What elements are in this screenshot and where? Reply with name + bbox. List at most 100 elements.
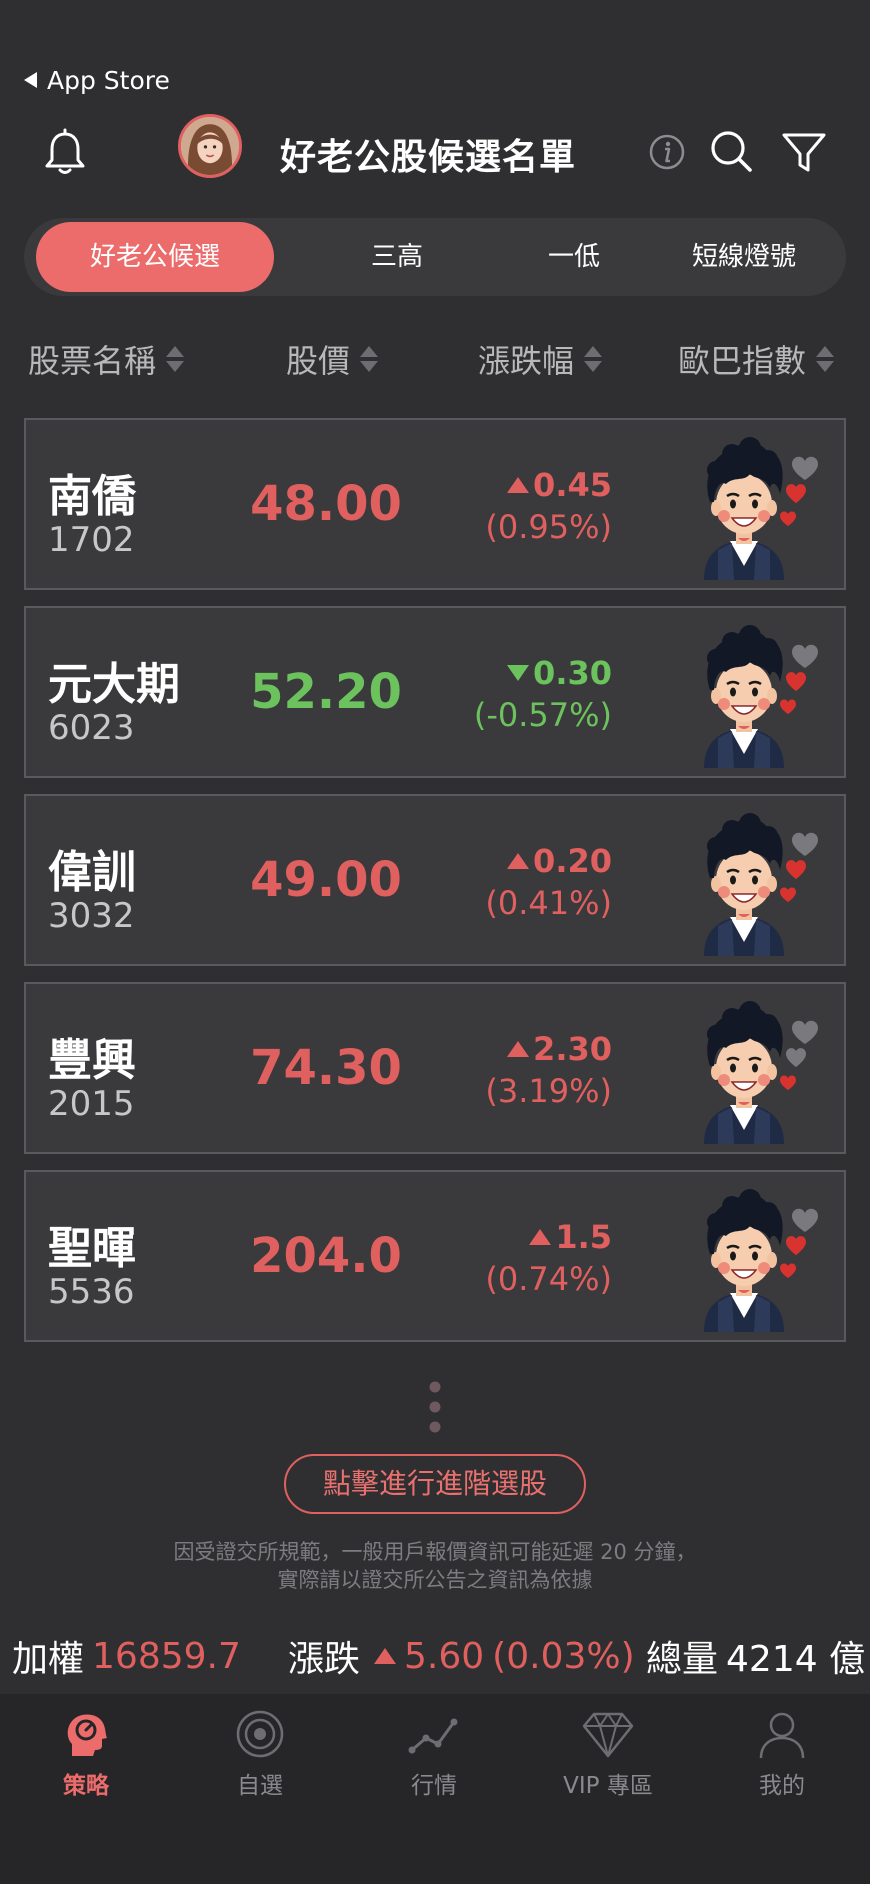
index-change-value: 5.60 <box>404 1635 485 1677</box>
stock-name: 豐興 <box>48 1035 136 1086</box>
column-price-label: 股價 <box>286 342 351 380</box>
column-header-price[interactable]: 股價 <box>286 334 379 384</box>
nav-label: VIP 專區 <box>563 1773 653 1799</box>
stock-change-percent: (0.74%) <box>485 1260 612 1298</box>
nav-label: 策略 <box>63 1773 109 1799</box>
stock-card[interactable]: 聖暉 5536 204.0 1.5 (0.74%) <box>24 1170 846 1342</box>
stock-price: 48.00 <box>250 476 402 532</box>
stock-card[interactable]: 偉訓 3032 49.00 0.20 (0.41%) <box>24 794 846 966</box>
sort-icon <box>360 346 379 372</box>
stock-code: 1702 <box>48 520 135 560</box>
back-arrow-icon <box>24 72 37 88</box>
disclaimer-line-2: 實際請以證交所公告之資訊為依據 <box>277 1568 593 1592</box>
disclaimer: 因受證交所規範，一般用戶報價資訊可能延遲 20 分鐘， 實際請以證交所公告之資訊… <box>0 1538 870 1594</box>
stock-price: 49.00 <box>250 852 402 908</box>
stock-name: 南僑 <box>48 471 136 522</box>
avatar[interactable] <box>178 114 242 178</box>
nav-profile[interactable]: 我的 <box>712 1708 852 1818</box>
tab-good-husband[interactable]: 好老公候選 <box>36 222 274 292</box>
stock-change-percent: (3.19%) <box>485 1072 612 1110</box>
nav-label: 我的 <box>759 1773 805 1799</box>
weighted-value: 16859.7 <box>92 1635 241 1677</box>
stock-code: 6023 <box>48 708 135 748</box>
stock-card[interactable]: 元大期 6023 52.20 0.30 (-0.57%) <box>24 606 846 778</box>
sort-icon <box>816 346 835 372</box>
stock-change: 0.30 <box>507 654 612 692</box>
obama-character-icon <box>702 999 818 1144</box>
stock-card[interactable]: 豐興 2015 74.30 2.30 (3.19%) <box>24 982 846 1154</box>
back-to-app-store[interactable]: App Store <box>24 62 170 98</box>
column-header-name[interactable]: 股票名稱 <box>28 334 185 384</box>
sort-icon <box>584 346 603 372</box>
nav-strategy[interactable]: 策略 <box>16 1708 156 1818</box>
nav-watchlist[interactable]: 自選 <box>190 1708 330 1818</box>
stock-change: 0.20 <box>507 842 612 880</box>
change-value: 2.30 <box>533 1030 612 1068</box>
stock-code: 2015 <box>48 1084 135 1124</box>
nav-market[interactable]: 行情 <box>364 1708 504 1818</box>
stock-change: 2.30 <box>507 1030 612 1068</box>
chart-line-icon <box>408 1718 458 1754</box>
column-change-label: 漲跌幅 <box>478 342 575 380</box>
stock-change-percent: (0.41%) <box>485 884 612 922</box>
change-value: 0.45 <box>533 466 612 504</box>
stock-change-percent: (-0.57%) <box>473 696 612 734</box>
index-change: 漲跌 5.60 (0.03%) <box>288 1630 635 1682</box>
diamond-icon <box>582 1712 634 1758</box>
obama-character-icon <box>702 1187 818 1332</box>
obama-character-icon <box>702 623 818 768</box>
bell-icon[interactable] <box>40 128 90 178</box>
up-arrow-icon <box>374 1648 397 1664</box>
market-index-bar: 加權 16859.7 漲跌 5.60 (0.03%) 總量 4214 億 <box>0 1630 870 1686</box>
back-label: App Store <box>47 65 170 95</box>
column-header-obama-index[interactable]: 歐巴指數 <box>678 334 835 384</box>
up-arrow-icon <box>507 477 530 493</box>
weighted-label: 加權 <box>12 1639 85 1680</box>
nav-label: 行情 <box>411 1773 457 1799</box>
down-arrow-icon <box>507 665 530 681</box>
bottom-nav: 策略 自選 行情 VIP 專區 我的 <box>0 1694 870 1884</box>
target-icon <box>236 1710 284 1758</box>
up-arrow-icon <box>507 1041 530 1057</box>
change-value: 0.30 <box>533 654 612 692</box>
filter-icon[interactable] <box>780 130 828 176</box>
change-label: 漲跌 <box>288 1639 361 1680</box>
user-icon <box>759 1712 805 1759</box>
disclaimer-line-1: 因受證交所規範，一般用戶報價資訊可能延遲 20 分鐘， <box>173 1540 697 1564</box>
stock-code: 3032 <box>48 896 135 936</box>
stock-price: 52.20 <box>250 664 402 720</box>
change-value: 0.20 <box>533 842 612 880</box>
nav-vip[interactable]: VIP 專區 <box>538 1708 678 1818</box>
column-header-change[interactable]: 漲跌幅 <box>478 334 603 384</box>
up-arrow-icon <box>507 853 530 869</box>
column-name-label: 股票名稱 <box>28 342 157 380</box>
volume-label: 總量 <box>646 1639 719 1680</box>
up-arrow-icon <box>529 1229 552 1245</box>
obama-character-icon <box>702 811 818 956</box>
info-icon[interactable] <box>648 133 686 171</box>
total-volume: 總量 4214 億 <box>646 1630 865 1682</box>
stock-card[interactable]: 南僑 1702 48.00 0.45 (0.95%) <box>24 418 846 590</box>
nav-label: 自選 <box>237 1773 283 1799</box>
volume-value: 4214 億 <box>726 1639 866 1680</box>
stock-name: 聖暉 <box>48 1223 136 1274</box>
stock-price: 74.30 <box>250 1040 402 1096</box>
stock-name: 元大期 <box>48 659 180 710</box>
advanced-selection-button[interactable]: 點擊進行進階選股 <box>284 1454 586 1514</box>
sort-icon <box>166 346 185 372</box>
stock-change-percent: (0.95%) <box>485 508 612 546</box>
header: 好老公股候選名單 <box>0 110 870 196</box>
more-dots-icon[interactable] <box>428 1380 442 1434</box>
column-obama-label: 歐巴指數 <box>678 342 807 380</box>
obama-character-icon <box>702 435 818 580</box>
head-icon <box>67 1714 107 1756</box>
tab-short-term-signal[interactable]: 短線燈號 <box>644 222 844 292</box>
page-title: 好老公股候選名單 <box>280 137 577 178</box>
stock-code: 5536 <box>48 1272 135 1312</box>
index-change-percent: (0.03%) <box>492 1635 635 1677</box>
category-tabs: 好老公候選 三高 一低 短線燈號 <box>24 218 846 296</box>
stock-change: 0.45 <box>507 466 612 504</box>
weighted-index: 加權 16859.7 <box>12 1630 241 1682</box>
search-icon[interactable] <box>708 128 754 174</box>
change-value: 1.5 <box>555 1218 612 1256</box>
